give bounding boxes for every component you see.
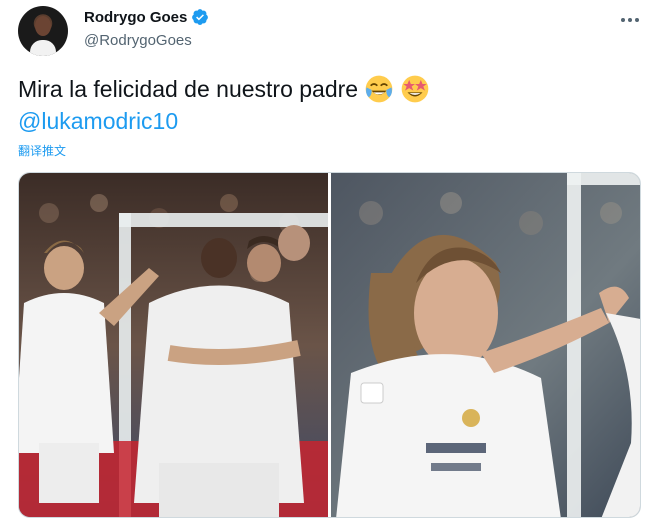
celebration-group-photo[interactable] — [19, 173, 328, 517]
mention-link[interactable]: @lukamodric10 — [18, 108, 178, 135]
star-struck-icon — [401, 75, 429, 103]
verified-badge-icon — [192, 9, 209, 25]
tweet-text: Mira la felicidad de nuestro padre — [18, 75, 359, 102]
modric-celebration-photo[interactable] — [331, 173, 640, 517]
media-grid — [18, 172, 641, 518]
author-name-row: Rodrygo Goes — [84, 8, 209, 26]
celebration-group-photo-image — [19, 173, 328, 517]
author-handle[interactable]: @RodrygoGoes — [84, 32, 192, 49]
face-with-tears-of-joy-icon — [365, 75, 393, 103]
author-display-name[interactable]: Rodrygo Goes — [84, 9, 187, 26]
more-options-icon[interactable] — [616, 10, 644, 30]
tweet-text-line: Mira la felicidad de nuestro padre — [18, 74, 430, 104]
avatar-face — [35, 16, 51, 36]
translate-tweet-link[interactable]: 翻译推文 — [18, 142, 66, 159]
avatar[interactable] — [18, 6, 68, 56]
tweet: Rodrygo Goes @RodrygoGoes Mira la felici… — [0, 0, 661, 518]
modric-celebration-photo-image — [331, 173, 640, 517]
